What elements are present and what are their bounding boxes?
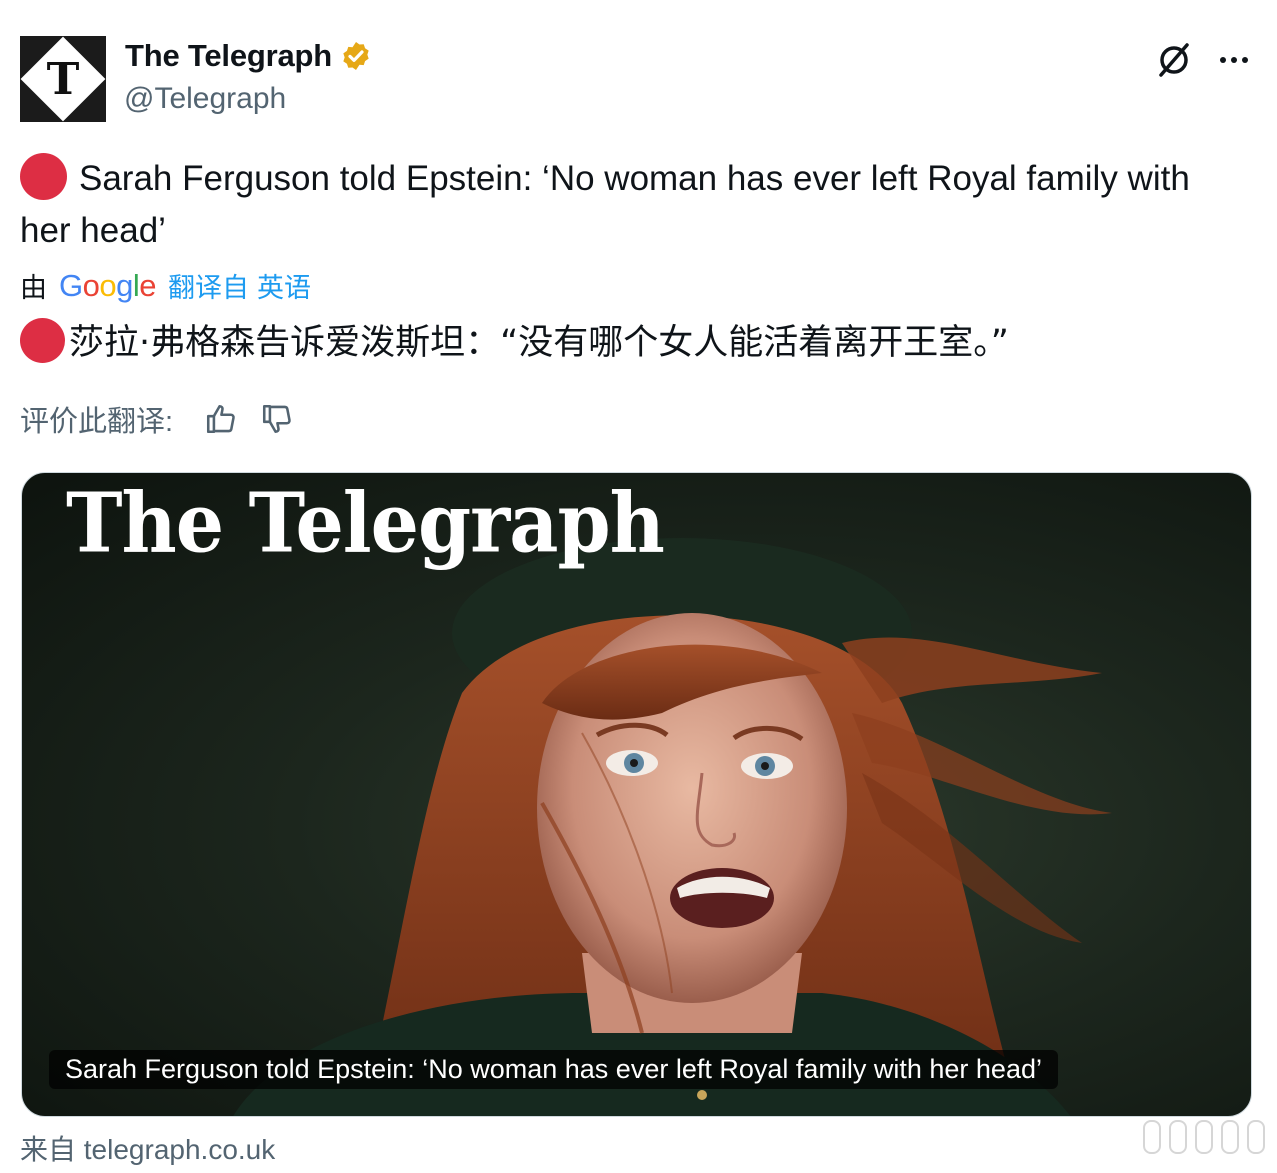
source-language-link[interactable]: 英语 — [257, 266, 311, 305]
card-source[interactable]: 来自 telegraph.co.uk — [20, 1128, 275, 1168]
translated-text-body: 莎拉·弗格森告诉爱泼斯坦：“没有哪个女人能活着离开王室。” — [69, 323, 1009, 363]
card-masthead: The Telegraph — [66, 475, 665, 572]
thumbs-up-icon[interactable] — [201, 399, 241, 439]
translation-attribution: 由 Google 翻译自 英语 — [20, 266, 311, 305]
watermark — [1143, 1120, 1265, 1154]
translated-text: 莎拉·弗格森告诉爱泼斯坦：“没有哪个女人能活着离开王室。” — [20, 318, 1250, 368]
grok-icon[interactable] — [1152, 38, 1196, 82]
avatar-glyph: T — [46, 53, 80, 105]
more-icon[interactable] — [1212, 38, 1256, 82]
card-caption: Sarah Ferguson told Epstein: ‘No woman h… — [49, 1050, 1058, 1089]
avatar[interactable]: T — [20, 36, 106, 122]
rate-translation-label: 评价此翻译: — [20, 406, 174, 438]
post-text: Sarah Ferguson told Epstein: ‘No woman h… — [20, 153, 1250, 257]
translated-from-link[interactable]: 翻译自 — [168, 266, 249, 305]
google-logo: Google — [59, 267, 157, 303]
red-circle-icon — [20, 153, 67, 200]
author-handle[interactable]: @Telegraph — [124, 82, 286, 116]
thumbs-down-icon[interactable] — [257, 399, 297, 439]
display-name[interactable]: The Telegraph — [125, 38, 332, 74]
tweet: T The Telegraph @Telegraph Sarah Ferguso… — [0, 0, 1277, 1173]
rate-translation: 评价此翻译: — [20, 398, 297, 440]
verified-badge-icon[interactable] — [340, 40, 372, 72]
author-row: The Telegraph — [125, 38, 372, 74]
link-card[interactable]: The Telegraph Sarah Ferguson told Epstei… — [21, 472, 1252, 1117]
translated-prefix: 由 — [20, 273, 47, 303]
post-text-body: Sarah Ferguson told Epstein: ‘No woman h… — [20, 159, 1190, 250]
red-circle-icon — [20, 318, 65, 363]
